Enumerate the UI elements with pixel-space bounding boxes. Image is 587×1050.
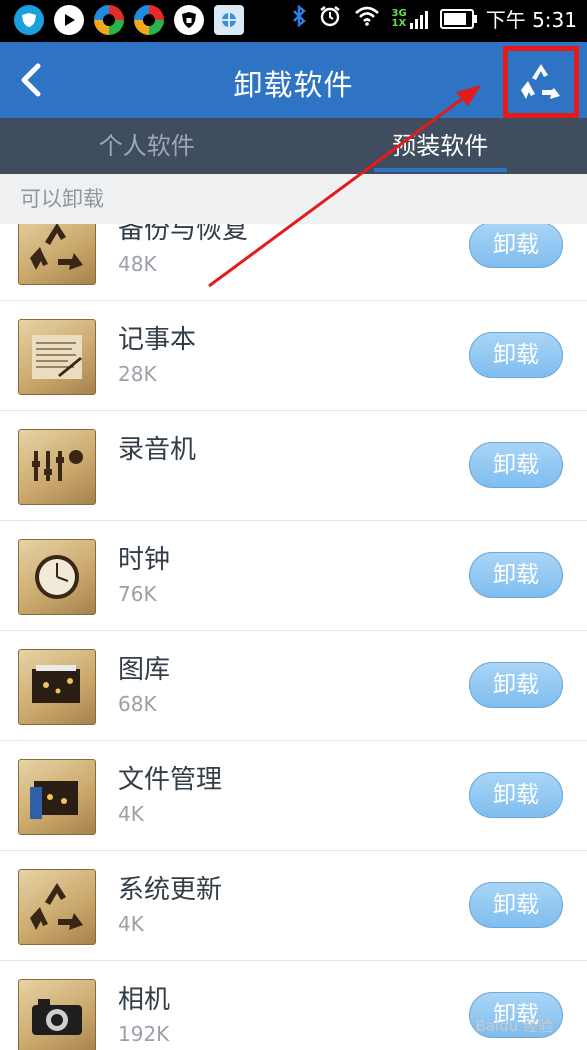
uninstall-button[interactable]: 卸载 bbox=[469, 224, 563, 268]
app-name: 记事本 bbox=[118, 325, 197, 355]
wifi-icon bbox=[354, 6, 380, 31]
browser-icon bbox=[214, 5, 244, 35]
play-icon bbox=[54, 5, 84, 35]
uninstall-button[interactable]: 卸载 bbox=[469, 552, 563, 598]
recycle-icon bbox=[18, 869, 96, 945]
app-bar: 卸载软件 bbox=[0, 42, 587, 118]
camera-icon bbox=[18, 979, 96, 1050]
app-name: 系统更新 bbox=[118, 875, 223, 905]
recorder-icon bbox=[18, 429, 96, 505]
tab-preinstalled-software[interactable]: 预装软件 bbox=[294, 118, 587, 174]
watermark: Baidu 经验 bbox=[475, 1017, 553, 1035]
uninstall-button[interactable]: 卸载 bbox=[469, 882, 563, 928]
app-size: 48K bbox=[118, 252, 157, 276]
lock-shield-icon bbox=[174, 5, 204, 35]
app-name: 文件管理 bbox=[118, 765, 223, 795]
color-wheel-icon bbox=[94, 5, 124, 35]
clock-time: 下午 5:31 bbox=[485, 8, 577, 32]
recycle-bin-button[interactable] bbox=[503, 46, 579, 118]
recycle-icon bbox=[18, 224, 96, 285]
list-item[interactable]: 相机 192K 卸载 bbox=[0, 961, 587, 1050]
notepad-icon bbox=[18, 319, 96, 395]
signal-icon bbox=[409, 10, 428, 29]
list-item[interactable]: 记事本 28K 卸载 bbox=[0, 301, 587, 411]
app-name: 录音机 bbox=[118, 435, 197, 465]
list-item[interactable]: 系统更新 4K 卸载 bbox=[0, 851, 587, 961]
app-size: 192K bbox=[118, 1022, 170, 1046]
alarm-icon bbox=[318, 4, 342, 33]
list-item[interactable]: 时钟 76K 卸载 bbox=[0, 521, 587, 631]
net-type-top: 3G bbox=[391, 7, 407, 19]
page-title: 卸载软件 bbox=[233, 68, 354, 102]
net-type-bottom: 1X bbox=[391, 17, 407, 29]
gallery-icon bbox=[18, 649, 96, 725]
shield-icon bbox=[14, 5, 44, 35]
app-size: 76K bbox=[118, 582, 157, 606]
app-name: 备份与恢复 bbox=[118, 224, 249, 245]
uninstall-button[interactable]: 卸载 bbox=[469, 772, 563, 818]
app-size: 4K bbox=[118, 912, 144, 936]
bluetooth-icon bbox=[292, 4, 306, 32]
list-item[interactable]: 备份与恢复 48K 卸载 bbox=[0, 224, 587, 301]
tab-personal-software[interactable]: 个人软件 bbox=[0, 118, 294, 174]
app-size: 28K bbox=[118, 362, 157, 386]
status-bar: 3G 1X 下午 5:31 bbox=[0, 0, 587, 42]
uninstall-button[interactable]: 卸载 bbox=[469, 332, 563, 378]
section-header: 可以卸载 bbox=[0, 174, 587, 224]
clock-icon bbox=[18, 539, 96, 615]
recycle-icon bbox=[521, 64, 560, 99]
app-name: 时钟 bbox=[118, 545, 171, 575]
uninstall-button[interactable]: 卸载 bbox=[469, 662, 563, 708]
app-name: 相机 bbox=[118, 985, 171, 1015]
battery-icon bbox=[439, 8, 477, 29]
network-indicator: 3G 1X bbox=[391, 7, 428, 29]
app-list[interactable]: 备份与恢复 48K 卸载 记事本 28K 卸载 录音机 卸载 时钟 76K 卸载 图库 68K 卸载 文件管… bbox=[0, 224, 587, 1050]
tab-bar: 个人软件 预装软件 bbox=[0, 118, 587, 174]
folder-icon bbox=[18, 759, 96, 835]
color-wheel-icon-2 bbox=[134, 5, 164, 35]
list-item[interactable]: 图库 68K 卸载 bbox=[0, 631, 587, 741]
uninstall-button[interactable]: 卸载 bbox=[469, 442, 563, 488]
app-size: 68K bbox=[118, 692, 157, 716]
list-item[interactable]: 录音机 卸载 bbox=[0, 411, 587, 521]
list-item[interactable]: 文件管理 4K 卸载 bbox=[0, 741, 587, 851]
app-name: 图库 bbox=[118, 655, 171, 685]
app-size: 4K bbox=[118, 802, 144, 826]
